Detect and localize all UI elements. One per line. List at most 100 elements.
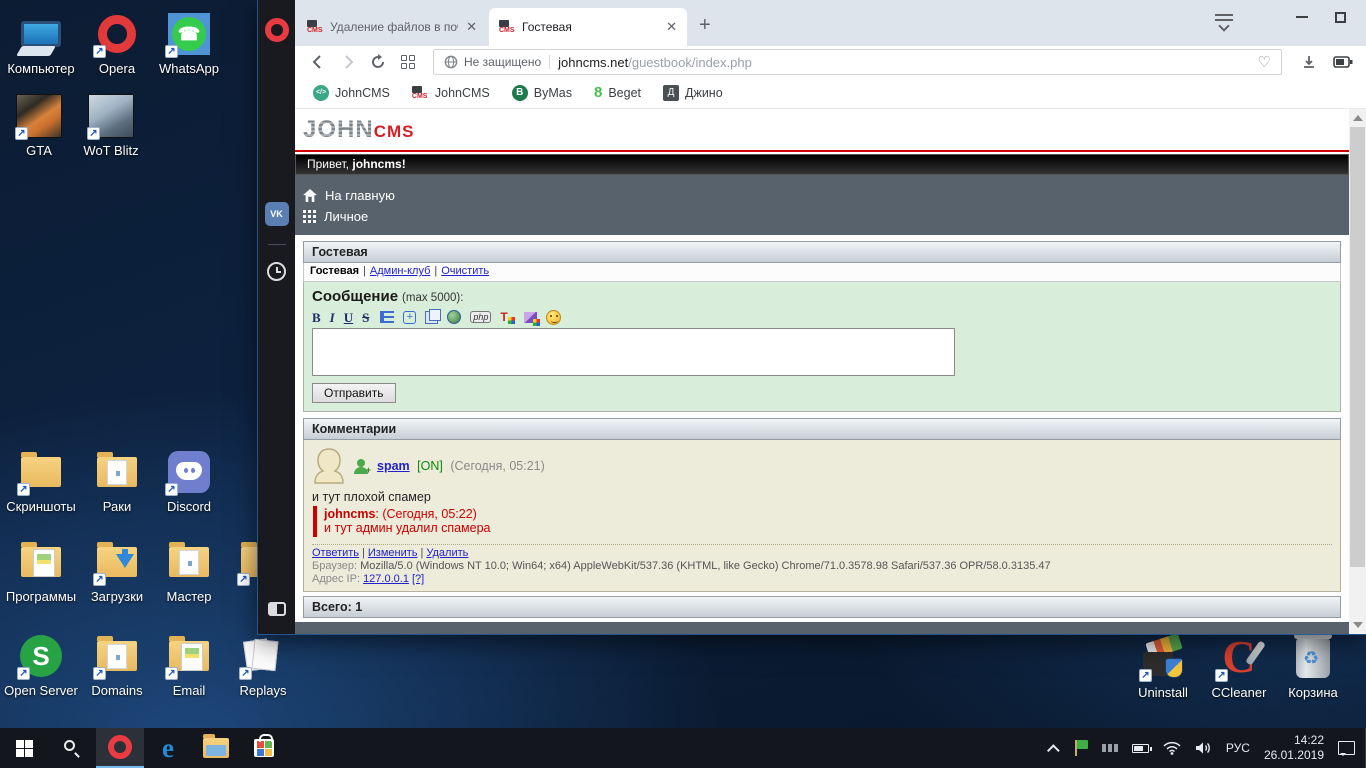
opera-icon [108, 735, 132, 759]
clock[interactable]: 14:22 26.01.2019 [1264, 733, 1324, 763]
strikethrough-button[interactable]: S [362, 310, 369, 325]
tortoise-flag-icon[interactable] [1074, 740, 1088, 756]
font-color-button[interactable]: T [500, 310, 516, 324]
taskbar-explorer[interactable] [192, 728, 240, 768]
desktop-icon-programs[interactable]: Программы [2, 538, 80, 604]
start-button[interactable] [0, 728, 48, 768]
guestbook-tabs: Гостевая | Админ-клуб | Очистить [303, 263, 1341, 282]
desktop-icon-wot-blitz[interactable]: ↗ WoT Blitz [72, 92, 150, 158]
code-paste-button[interactable] [425, 308, 442, 324]
action-center-icon[interactable] [1338, 741, 1355, 756]
tray-app-icon[interactable] [1101, 744, 1118, 752]
scrollbar-down-icon[interactable] [1353, 622, 1363, 628]
desktop-icon-gta[interactable]: ↗ GTA [0, 92, 78, 158]
desktop-icon-screenshots[interactable]: ↗ Скриншоты [2, 448, 80, 514]
tab-menu-icon[interactable] [1215, 14, 1233, 32]
address-field[interactable]: Не защищено johncms.net/guestbook/index.… [433, 49, 1282, 75]
desktop-icon-email[interactable]: ↗ Email [150, 632, 228, 698]
opera-menu-icon[interactable] [264, 18, 289, 42]
desktop-icon-master[interactable]: Мастер [150, 538, 228, 604]
vk-sidebar-icon[interactable]: VK [264, 202, 289, 226]
bookmark-beget[interactable]: 8 Beget [594, 85, 641, 101]
folder-icon: ↗ [163, 632, 215, 680]
desktop-icon-recycle-bin[interactable]: ♻ Корзина [1274, 633, 1352, 700]
footer-home-link[interactable]: На главную [303, 633, 1349, 634]
shortcut-arrow-icon: ↗ [93, 573, 106, 586]
download-icon[interactable] [1292, 54, 1326, 70]
tab-inactive[interactable]: CMS Удаление файлов в почте ✕ [297, 8, 487, 46]
taskbar-opera[interactable] [96, 728, 144, 768]
tab-admin-club-link[interactable]: Админ-клуб [370, 265, 430, 277]
desktop-icon-replays[interactable]: ↗ Replays [224, 632, 302, 698]
edit-link[interactable]: Изменить [368, 547, 418, 559]
delete-link[interactable]: Удалить [426, 547, 468, 559]
desktop-icon-discord[interactable]: ↗ Discord [150, 448, 228, 514]
wifi-icon[interactable] [1163, 741, 1181, 755]
tab-close-icon[interactable]: ✕ [666, 19, 677, 35]
message-form: Сообщение (max 5000): B I U S + php T От… [303, 282, 1341, 412]
underline-button[interactable]: U [344, 310, 353, 325]
desktop-icon-whatsapp[interactable]: ☎ ↗ WhatsApp [150, 10, 228, 76]
spoiler-button[interactable]: + [403, 310, 417, 324]
desktop-icon-computer[interactable]: Компьютер [2, 10, 80, 76]
nav-item-personal[interactable]: Личное [303, 206, 1349, 227]
battery-icon[interactable] [1131, 743, 1152, 753]
scrollbar[interactable] [1349, 109, 1366, 634]
tab-clear-link[interactable]: Очистить [441, 265, 489, 277]
submit-button[interactable]: Отправить [312, 383, 396, 403]
tab-close-icon[interactable]: ✕ [466, 19, 477, 35]
bold-button[interactable]: B [312, 310, 321, 325]
add-friend-icon[interactable]: + [354, 458, 371, 475]
close-button[interactable]: ✕ [1359, 0, 1366, 34]
search-button[interactable] [48, 728, 96, 768]
desktop-icon-opera[interactable]: ↗ Opera [78, 10, 156, 76]
avatar[interactable] [312, 447, 346, 485]
grid-icon [303, 210, 316, 223]
taskbar-edge[interactable]: e [144, 728, 192, 768]
desktop-icon-domains[interactable]: ↗ Domains [78, 632, 156, 698]
bookmark-heart-icon[interactable]: ♡ [1258, 53, 1271, 71]
background-color-button[interactable] [523, 311, 540, 326]
bookmark-jino[interactable]: Д Джино [663, 85, 723, 101]
minimize-button[interactable] [1283, 0, 1321, 34]
discord-icon: ↗ [163, 448, 215, 496]
volume-icon[interactable] [1195, 741, 1212, 755]
sidebar-toggle-icon[interactable] [267, 602, 286, 616]
smiley-button[interactable] [545, 309, 561, 325]
reload-button[interactable] [363, 54, 393, 70]
language-indicator[interactable]: РУС [1226, 741, 1250, 755]
speed-dial-icon[interactable] [393, 55, 423, 69]
message-textarea[interactable] [312, 328, 955, 376]
desktop-icon-ccleaner[interactable]: C ↗ CCleaner [1200, 634, 1278, 701]
desktop-icon-raki[interactable]: Раки [78, 448, 156, 514]
desktop-icon-downloads[interactable]: ↗ Загрузки [78, 538, 156, 604]
ip-link[interactable]: 127.0.0.1 [363, 573, 409, 585]
reply-link[interactable]: Ответить [312, 547, 359, 559]
taskbar-store[interactable] [240, 728, 288, 768]
new-tab-button[interactable]: + [699, 14, 711, 37]
bookmark-johncms-dev[interactable]: </> JohnCMS [313, 85, 390, 101]
total-bar: Всего: 1 [303, 596, 1341, 618]
maximize-button[interactable] [1321, 0, 1359, 34]
italic-button[interactable]: I [330, 310, 335, 325]
bookmark-johncms[interactable]: CMS JohnCMS [411, 86, 490, 100]
forward-button[interactable] [333, 54, 363, 70]
file-explorer-icon [203, 734, 229, 758]
desktop-icon-open-server[interactable]: S ↗ Open Server [2, 632, 80, 698]
tray-expand-icon[interactable] [1046, 743, 1060, 757]
history-icon[interactable] [265, 259, 289, 283]
nav-item-home[interactable]: На главную [303, 185, 1349, 206]
bookmark-bymas[interactable]: B ByMas [511, 85, 572, 101]
link-button[interactable] [447, 310, 462, 324]
back-button[interactable] [303, 54, 333, 70]
ip-help-link[interactable]: [?] [412, 573, 424, 585]
whatsapp-icon: ☎ ↗ [163, 10, 215, 58]
php-code-button[interactable]: php [470, 311, 492, 323]
battery-saver-icon[interactable] [1326, 56, 1360, 68]
tab-active[interactable]: CMS Гостевая ✕ [489, 8, 687, 46]
scrollbar-up-icon[interactable] [1353, 115, 1363, 121]
comment-author-link[interactable]: spam [377, 459, 410, 473]
desktop-icon-uninstall[interactable]: ↗ Uninstall [1124, 633, 1202, 700]
list-button[interactable] [380, 311, 395, 323]
scrollbar-thumb[interactable] [1350, 127, 1365, 567]
